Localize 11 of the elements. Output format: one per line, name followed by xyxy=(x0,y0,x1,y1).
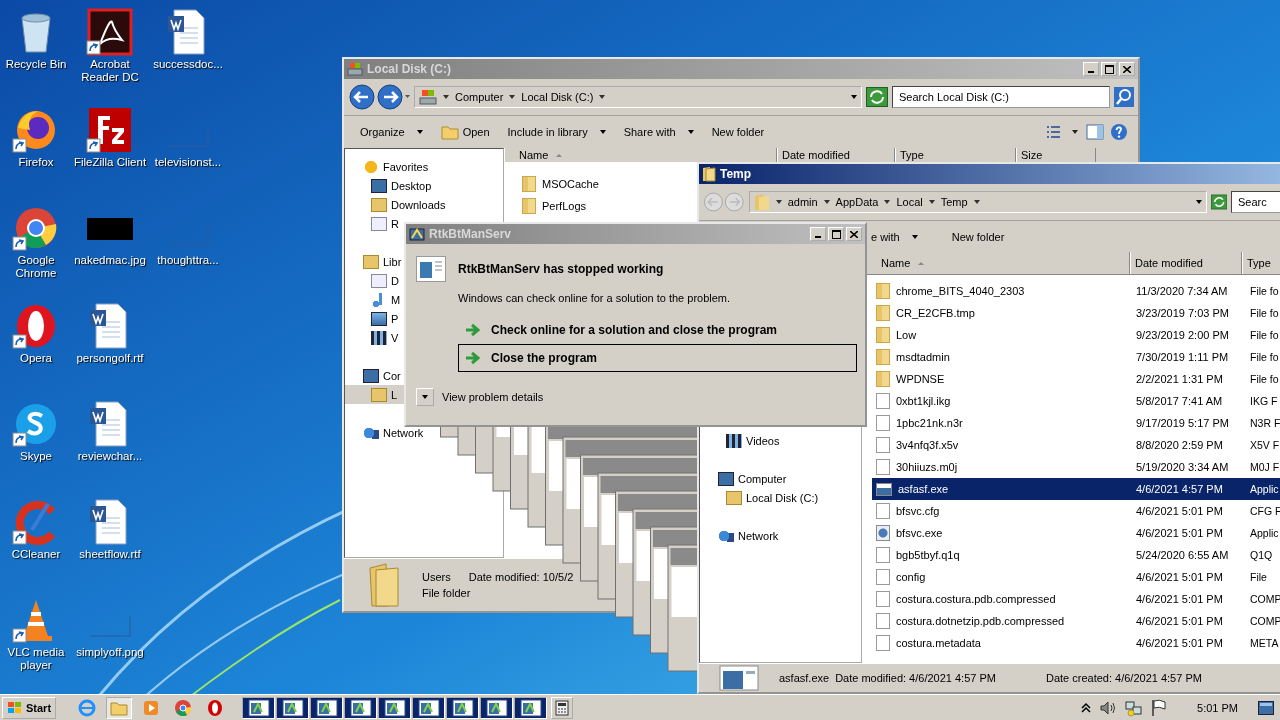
window-title: Local Disk (C:) xyxy=(367,62,451,76)
window-title: RtkBtManServ xyxy=(429,227,512,241)
window-title: Temp xyxy=(720,167,752,181)
details-name: Users xyxy=(422,571,451,583)
details-modified: Date modified: 4/6/2021 4:57 PM xyxy=(835,672,996,684)
details-created: Date created: 4/6/2021 4:57 PM xyxy=(1045,672,1202,684)
details-type: File folder xyxy=(422,587,472,599)
dialog-heading: RtkBtManServ has stopped working xyxy=(458,262,664,276)
details-modified: Date modified: 10/5/2 xyxy=(468,571,574,583)
dialog-message: Windows can check online for a solution to the problem. xyxy=(458,292,732,304)
details-name: asfasf.exe xyxy=(779,672,830,684)
